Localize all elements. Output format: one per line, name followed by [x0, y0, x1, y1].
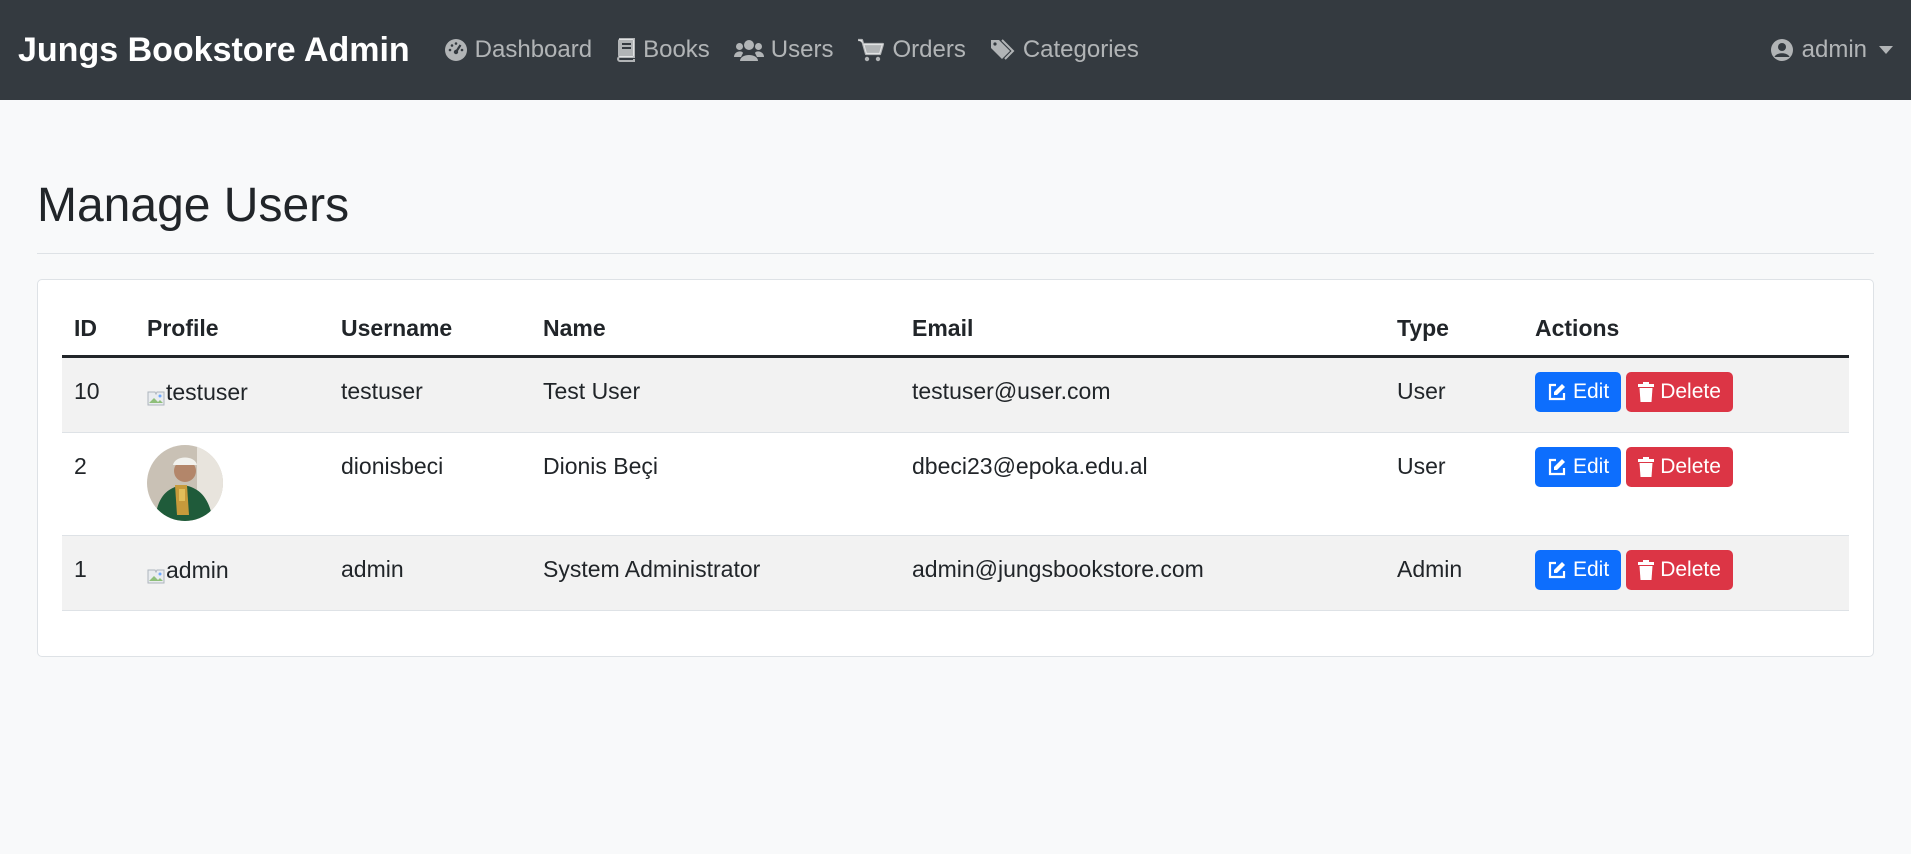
profile-alt-text: admin — [166, 557, 229, 583]
users-icon — [733, 39, 764, 61]
cell-profile: testuser — [135, 356, 329, 433]
user-circle-icon — [1770, 38, 1794, 62]
nav-orders-label: Orders — [892, 36, 966, 63]
page-title: Manage Users — [37, 100, 1874, 254]
cell-email: dbeci23@epoka.edu.al — [900, 432, 1385, 536]
edit-icon — [1547, 382, 1567, 402]
user-menu-toggle[interactable]: admin — [1770, 36, 1893, 64]
tags-icon — [990, 38, 1016, 62]
header-profile: Profile — [135, 303, 329, 358]
brand-title[interactable]: Jungs Bookstore Admin — [18, 31, 410, 70]
broken-image-icon — [147, 391, 165, 406]
edit-icon — [1547, 457, 1567, 477]
trash-icon — [1638, 457, 1655, 477]
nav-books[interactable]: Books — [616, 36, 710, 64]
cell-id: 2 — [62, 432, 135, 536]
cell-type: User — [1385, 432, 1523, 536]
cell-type: User — [1385, 356, 1523, 433]
chevron-down-icon — [1879, 46, 1893, 54]
cell-id: 1 — [62, 535, 135, 611]
trash-icon — [1638, 382, 1655, 402]
cell-username: testuser — [329, 356, 531, 433]
nav-orders[interactable]: Orders — [857, 36, 966, 64]
delete-label: Delete — [1660, 455, 1721, 478]
header-name: Name — [531, 303, 900, 358]
dashboard-icon — [444, 38, 468, 62]
main-content: Manage Users ID Profile Username Name Em… — [0, 100, 1911, 657]
cell-username: dionisbeci — [329, 432, 531, 536]
users-table: ID Profile Username Name Email Type Acti… — [62, 303, 1849, 611]
delete-label: Delete — [1660, 380, 1721, 403]
nav-dashboard-label: Dashboard — [474, 36, 593, 63]
cell-profile — [135, 432, 329, 536]
edit-icon — [1547, 560, 1567, 580]
cell-name: System Administrator — [531, 535, 900, 611]
edit-label: Edit — [1573, 380, 1610, 403]
nav-categories-label: Categories — [1022, 36, 1139, 63]
cell-id: 10 — [62, 356, 135, 433]
cell-type: Admin — [1385, 535, 1523, 611]
delete-button[interactable]: Delete — [1626, 447, 1733, 487]
edit-label: Edit — [1573, 455, 1610, 478]
edit-button[interactable]: Edit — [1535, 447, 1622, 487]
cell-name: Dionis Beçi — [531, 432, 900, 536]
delete-label: Delete — [1660, 558, 1721, 581]
cell-actions: Edit Delete — [1523, 432, 1849, 536]
header-type: Type — [1385, 303, 1523, 358]
header-id: ID — [62, 303, 135, 358]
nav-dashboard[interactable]: Dashboard — [444, 36, 592, 64]
nav-categories[interactable]: Categories — [990, 36, 1139, 64]
nav-users[interactable]: Users — [733, 36, 834, 64]
edit-label: Edit — [1573, 558, 1610, 581]
trash-icon — [1638, 560, 1655, 580]
users-card: ID Profile Username Name Email Type Acti… — [37, 279, 1874, 657]
cell-email: testuser@user.com — [900, 356, 1385, 433]
cell-name: Test User — [531, 356, 900, 433]
user-menu-label: admin — [1801, 36, 1867, 63]
profile-image-broken: testuser — [147, 378, 248, 406]
profile-image-broken: admin — [147, 556, 229, 584]
cell-actions: Edit Delete — [1523, 356, 1849, 433]
delete-button[interactable]: Delete — [1626, 372, 1733, 412]
header-actions: Actions — [1523, 303, 1849, 358]
profile-alt-text: testuser — [166, 379, 248, 405]
cell-email: admin@jungsbookstore.com — [900, 535, 1385, 611]
header-username: Username — [329, 303, 531, 358]
delete-button[interactable]: Delete — [1626, 550, 1733, 590]
nav-users-label: Users — [770, 36, 834, 63]
cell-actions: Edit Delete — [1523, 535, 1849, 611]
header-email: Email — [900, 303, 1385, 358]
cart-icon — [857, 38, 885, 62]
cell-profile: admin — [135, 535, 329, 611]
table-row: 10 testuser testuser Test User testuser@… — [62, 356, 1849, 433]
table-row: 2 dionisbeci Dionis Beçi dbeci23@epoka.e… — [62, 432, 1849, 536]
table-header-row: ID Profile Username Name Email Type Acti… — [62, 303, 1849, 358]
book-icon — [616, 38, 636, 62]
main-nav: Dashboard Books Users Orders Categories — [444, 36, 1163, 64]
top-navbar: Jungs Bookstore Admin Dashboard Books Us… — [0, 0, 1911, 100]
edit-button[interactable]: Edit — [1535, 372, 1622, 412]
broken-image-icon — [147, 569, 165, 584]
table-row: 1 admin admin System Administrator admin… — [62, 535, 1849, 611]
cell-username: admin — [329, 535, 531, 611]
edit-button[interactable]: Edit — [1535, 550, 1622, 590]
avatar — [147, 445, 223, 521]
nav-books-label: Books — [643, 36, 710, 63]
